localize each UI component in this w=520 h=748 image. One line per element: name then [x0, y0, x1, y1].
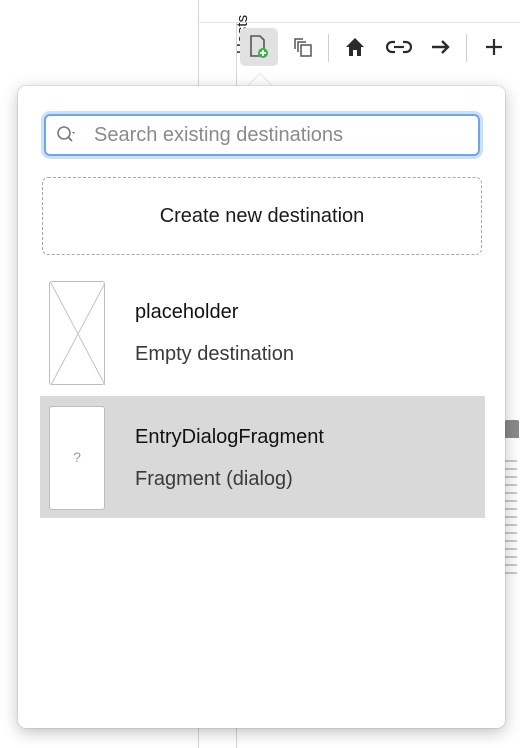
create-new-destination-button[interactable]: Create new destination	[42, 177, 482, 255]
new-destination-button[interactable]	[240, 28, 278, 66]
screen: Hosts	[0, 0, 520, 748]
destination-item-entrydialogfragment[interactable]: ? EntryDialogFragment Fragment (dialog)	[40, 396, 485, 518]
search-field[interactable]	[44, 114, 480, 156]
start-destination-button[interactable]	[336, 28, 374, 66]
plus-icon	[486, 39, 502, 55]
new-destination-icon	[250, 35, 268, 58]
background-preview-lines	[505, 460, 520, 580]
destination-thumbnail: ?	[49, 406, 105, 510]
link-icon	[386, 40, 412, 54]
toolbar-separator	[328, 34, 329, 62]
empty-destination-icon	[50, 282, 106, 386]
search-icon	[57, 126, 75, 142]
arrow-right-icon	[432, 40, 450, 54]
search-input[interactable]	[94, 120, 472, 150]
popover-arrow	[248, 74, 272, 86]
auto-arrange-button[interactable]	[474, 28, 514, 66]
unknown-layout-icon: ?	[73, 449, 81, 465]
deep-link-button[interactable]	[380, 28, 418, 66]
nav-editor-toolbar	[240, 28, 520, 66]
toolbar-separator	[466, 34, 467, 62]
destination-thumbnail	[49, 281, 106, 386]
add-action-button[interactable]	[422, 28, 460, 66]
create-new-destination-label: Create new destination	[159, 204, 365, 227]
home-icon	[346, 38, 364, 56]
nested-graph-button[interactable]	[284, 28, 322, 66]
destination-item-placeholder[interactable]: placeholder Empty destination	[40, 281, 485, 403]
destination-type: Empty destination	[135, 343, 294, 365]
hosts-tab[interactable]: Hosts	[200, 15, 251, 94]
destination-name: EntryDialogFragment	[135, 426, 324, 448]
destination-type: Fragment (dialog)	[135, 468, 293, 490]
background-destination-icon	[505, 420, 519, 438]
clone-icon	[294, 38, 312, 57]
destination-name: placeholder	[135, 301, 239, 323]
add-destination-popover: Create new destination placeholder Empty…	[18, 86, 505, 728]
